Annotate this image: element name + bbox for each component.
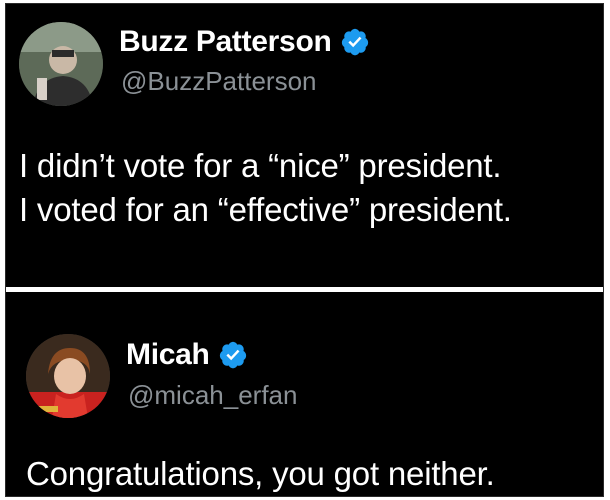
author-name[interactable]: Buzz Patterson <box>119 25 332 59</box>
verified-badge-icon <box>219 341 246 369</box>
tweet-text-line: I voted for an “effective” president. <box>19 191 512 228</box>
tweet-text: Congratulations, you got neither. <box>26 452 495 496</box>
avatar-photo-icon <box>26 334 110 418</box>
author-handle[interactable]: @micah_erfan <box>128 380 297 411</box>
avatar[interactable] <box>26 334 110 418</box>
avatar[interactable] <box>19 22 103 106</box>
verified-badge-icon <box>341 28 368 56</box>
tweet-text: I didn’t vote for a “nice” president. I … <box>19 144 512 232</box>
tweet-text-line: I didn’t vote for a “nice” president. <box>19 147 502 184</box>
author-name-row: Micah <box>126 338 248 372</box>
screenshot-frame: Buzz Patterson @BuzzPatterson I didn’t v… <box>5 3 604 497</box>
author-name[interactable]: Micah <box>126 338 210 372</box>
author-handle[interactable]: @BuzzPatterson <box>121 66 316 97</box>
avatar-photo-icon <box>19 22 103 106</box>
tweet-text-line: Congratulations, you got neither. <box>26 455 495 492</box>
tweet-buzz-patterson[interactable]: Buzz Patterson @BuzzPatterson I didn’t v… <box>6 4 603 287</box>
tweet-micah[interactable]: Micah @micah_erfan Congratulations, you … <box>6 292 603 496</box>
author-name-row: Buzz Patterson <box>119 25 370 59</box>
